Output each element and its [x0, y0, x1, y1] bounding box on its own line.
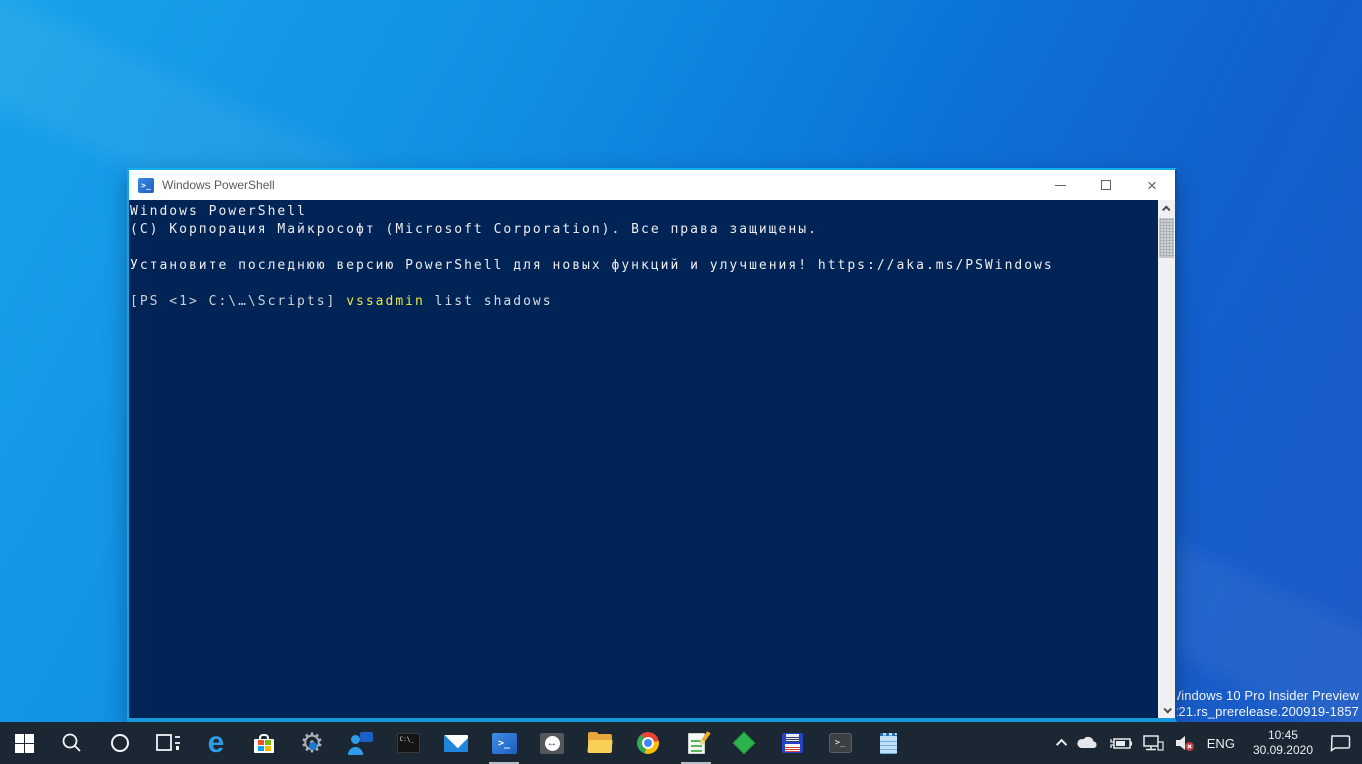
action-center-button[interactable] — [1328, 722, 1352, 764]
start-button[interactable] — [0, 722, 48, 764]
edge-icon: e — [207, 726, 225, 759]
close-icon: × — [1147, 175, 1157, 195]
window-title: Windows PowerShell — [162, 178, 275, 192]
gear-icon: ⚙ — [300, 730, 324, 757]
prompt-prefix: [PS <1> C:\…\Scripts] — [130, 294, 347, 309]
network-tray-button[interactable] — [1142, 722, 1164, 764]
scrollbar-thumb[interactable] — [1159, 218, 1174, 258]
teamviewer-icon: ↔ — [540, 732, 564, 754]
taskbar-button-green-diamond[interactable] — [720, 722, 768, 764]
volume-tray-button[interactable] — [1173, 722, 1195, 764]
taskbar-button-notebook[interactable] — [864, 722, 912, 764]
console-line: Windows PowerShell — [130, 204, 307, 219]
powershell-window-icon: >_ — [138, 177, 154, 193]
taskbar: e ⚙ C:\_ — [0, 722, 1362, 764]
scroll-down-button[interactable] — [1158, 701, 1175, 718]
maximize-button[interactable] — [1083, 170, 1129, 200]
microsoft-store-icon — [254, 733, 274, 753]
console-area[interactable]: Windows PowerShell (C) Корпорация Майкрос… — [129, 200, 1175, 718]
title-bar[interactable]: >_ Windows PowerShell × — [129, 170, 1175, 200]
document-editor-icon — [687, 730, 711, 754]
taskbar-button-floppy[interactable] — [768, 722, 816, 764]
cortana-icon — [111, 734, 129, 752]
taskbar-button-powershell[interactable]: >_ — [480, 722, 528, 764]
notebook-icon — [879, 732, 897, 754]
prompt-line: [PS <1> C:\…\Scripts] vssadmin list shad… — [130, 293, 1155, 311]
floppy-disk-icon — [781, 733, 803, 753]
green-diamond-icon — [732, 731, 756, 755]
tray-time: 10:45 — [1267, 728, 1298, 742]
battery-tray-button[interactable] — [1109, 722, 1133, 764]
clock[interactable]: 10:45 30.09.2020 — [1247, 728, 1319, 758]
window-controls: × — [1037, 170, 1175, 200]
desktop[interactable]: Windows 10 Pro Insider Preview ld 20221.… — [0, 0, 1362, 764]
system-tray: ENG 10:45 30.09.2020 — [1055, 722, 1362, 764]
tray-date: 30.09.2020 — [1252, 743, 1313, 757]
taskbar-button-edge[interactable]: e — [192, 722, 240, 764]
search-icon — [62, 733, 81, 752]
taskbar-button-settings[interactable]: ⚙ — [288, 722, 336, 764]
taskbar-button-search[interactable] — [48, 722, 96, 764]
taskbar-button-mail[interactable] — [432, 722, 480, 764]
cloud-icon — [1077, 736, 1097, 749]
dark-terminal-icon: >_ — [828, 733, 852, 753]
taskbar-button-cmd[interactable]: C:\_ — [384, 722, 432, 764]
close-button[interactable]: × — [1129, 170, 1175, 200]
taskbar-button-terminal[interactable]: >_ — [816, 722, 864, 764]
powershell-window: >_ Windows PowerShell × Windows PowerShe… — [127, 168, 1177, 722]
prompt-command: vssadmin — [346, 294, 425, 309]
volume-muted-icon — [1175, 736, 1194, 751]
show-hidden-icons-button[interactable] — [1055, 722, 1068, 764]
taskbar-button-chrome[interactable] — [624, 722, 672, 764]
mail-icon — [444, 734, 468, 752]
chevron-up-icon — [1055, 738, 1068, 751]
taskbar-button-cortana[interactable] — [96, 722, 144, 764]
prompt-args: list shadows — [424, 294, 553, 309]
battery-charging-icon — [1110, 738, 1132, 749]
windows-logo-icon — [14, 733, 34, 753]
taskbar-button-file-explorer[interactable] — [576, 722, 624, 764]
console-scrollbar[interactable] — [1158, 200, 1175, 718]
file-explorer-icon — [587, 731, 613, 753]
action-center-icon — [1330, 735, 1351, 752]
taskbar-button-teamviewer[interactable]: ↔ — [528, 722, 576, 764]
taskbar-button-people[interactable] — [336, 722, 384, 764]
console-lines: Windows PowerShell (C) Корпорация Майкрос… — [130, 203, 1155, 293]
scroll-up-button[interactable] — [1158, 200, 1175, 217]
console-line: Установите последнюю версию PowerShell д… — [130, 258, 1054, 273]
network-icon — [1143, 735, 1164, 751]
onedrive-tray-button[interactable] — [1076, 722, 1100, 764]
taskbar-apps: e ⚙ C:\_ — [0, 722, 912, 764]
command-prompt-icon: C:\_ — [396, 733, 420, 753]
chrome-icon — [637, 732, 659, 754]
minimize-icon — [1054, 184, 1066, 186]
maximize-icon — [1101, 180, 1111, 190]
chevron-up-icon — [1161, 204, 1171, 214]
taskbar-button-store[interactable] — [240, 722, 288, 764]
chevron-down-icon — [1162, 704, 1172, 714]
console-text: Windows PowerShell (C) Корпорация Майкрос… — [129, 200, 1175, 311]
task-view-icon — [156, 734, 180, 751]
minimize-button[interactable] — [1037, 170, 1083, 200]
console-line: (C) Корпорация Майкрософт (Microsoft Cor… — [130, 222, 818, 237]
taskbar-button-document-editor[interactable] — [672, 722, 720, 764]
powershell-icon: >_ — [491, 732, 517, 754]
taskbar-button-task-view[interactable] — [144, 722, 192, 764]
people-icon — [347, 731, 373, 755]
language-indicator[interactable]: ENG — [1204, 736, 1238, 751]
